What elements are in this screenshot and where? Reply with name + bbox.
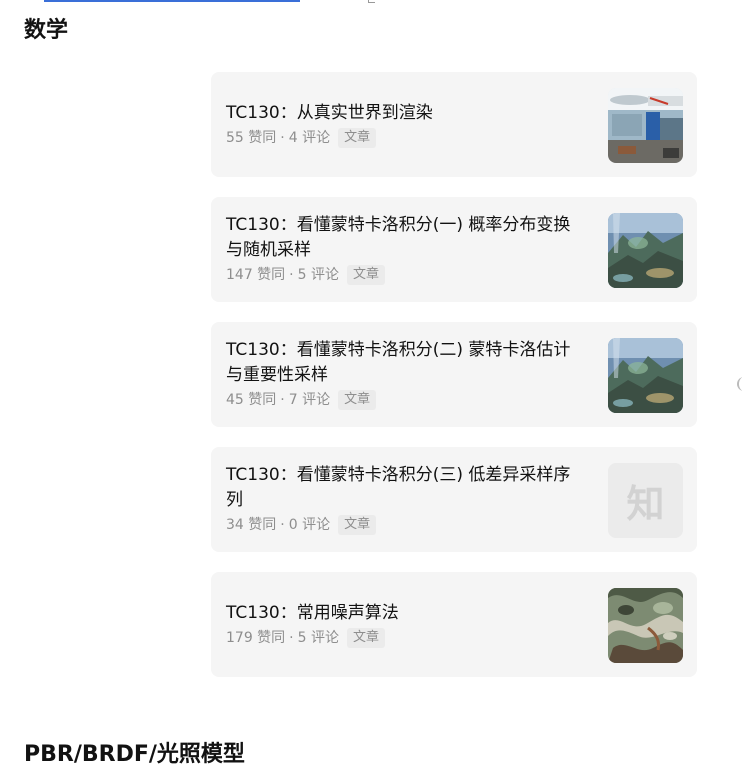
article-title[interactable]: TC130：看懂蒙特卡洛积分(一) 概率分布变换与随机采样 bbox=[226, 213, 586, 263]
comment-count[interactable]: 7 评论 bbox=[289, 389, 330, 411]
like-count: 147 赞同 bbox=[226, 267, 286, 283]
like-count: 45 赞同 bbox=[226, 392, 277, 408]
like-count: 179 赞同 bbox=[226, 629, 286, 646]
meta-separator: · bbox=[280, 129, 285, 146]
article-type-badge: 文章 bbox=[338, 390, 377, 410]
article-title[interactable]: TC130：从真实世界到渲染 bbox=[226, 101, 586, 126]
article-text: TC130：看懂蒙特卡洛积分(二) 蒙特卡洛估计与重要性采样 45 赞同 · 7… bbox=[226, 322, 586, 427]
article-meta: 45 赞同 · 7 评论 文章 bbox=[226, 389, 586, 411]
article-title[interactable]: TC130：常用噪声算法 bbox=[226, 601, 586, 626]
article-card[interactable]: TC130：看懂蒙特卡洛积分(二) 蒙特卡洛估计与重要性采样 45 赞同 · 7… bbox=[211, 322, 697, 427]
comment-count[interactable]: 5 评论 bbox=[298, 264, 339, 286]
article-card[interactable]: TC130：看懂蒙特卡洛积分(三) 低差异采样序列 34 赞同 · 0 评论 文… bbox=[211, 447, 697, 552]
meta-separator: · bbox=[280, 392, 285, 408]
classroom-photo-thumbnail[interactable] bbox=[608, 88, 683, 163]
zhihu-placeholder-thumbnail[interactable]: 知 bbox=[608, 463, 683, 538]
section-title-math: 数学 bbox=[24, 18, 69, 43]
article-card[interactable]: TC130：从真实世界到渲染 55 赞同 · 4 评论 文章 bbox=[211, 72, 697, 177]
fantasy-landscape-thumbnail[interactable] bbox=[608, 338, 683, 413]
article-meta: 147 赞同 · 5 评论 文章 bbox=[226, 264, 586, 286]
article-type-badge: 文章 bbox=[346, 265, 385, 285]
article-meta: 179 赞同 · 5 评论 文章 bbox=[226, 627, 586, 649]
scroll-edge-handle[interactable] bbox=[737, 377, 742, 391]
comment-count[interactable]: 4 评论 bbox=[289, 127, 330, 149]
meta-separator: · bbox=[280, 517, 285, 533]
article-title[interactable]: TC130：看懂蒙特卡洛积分(二) 蒙特卡洛估计与重要性采样 bbox=[226, 338, 586, 388]
article-type-badge: 文章 bbox=[346, 627, 385, 648]
meta-separator: · bbox=[289, 267, 294, 283]
comment-count[interactable]: 5 评论 bbox=[298, 627, 339, 649]
comment-count[interactable]: 0 评论 bbox=[289, 514, 330, 536]
top-edge-mark bbox=[368, 0, 375, 3]
article-text: TC130：看懂蒙特卡洛积分(一) 概率分布变换与随机采样 147 赞同 · 5… bbox=[226, 197, 586, 302]
like-count: 34 赞同 bbox=[226, 517, 277, 533]
article-type-badge: 文章 bbox=[338, 515, 377, 535]
zhihu-logo-icon: 知 bbox=[626, 482, 665, 526]
section-title-pbr: PBR/BRDF/光照模型 bbox=[24, 742, 245, 767]
article-type-badge: 文章 bbox=[338, 127, 377, 148]
fantasy-landscape-thumbnail[interactable] bbox=[608, 213, 683, 288]
meta-separator: · bbox=[289, 629, 294, 646]
article-card[interactable]: TC130：看懂蒙特卡洛积分(一) 概率分布变换与随机采样 147 赞同 · 5… bbox=[211, 197, 697, 302]
article-meta: 55 赞同 · 4 评论 文章 bbox=[226, 127, 586, 149]
like-count: 55 赞同 bbox=[226, 129, 277, 146]
article-card[interactable]: TC130：常用噪声算法 179 赞同 · 5 评论 文章 bbox=[211, 572, 697, 677]
top-link-underline[interactable] bbox=[44, 0, 300, 2]
article-title[interactable]: TC130：看懂蒙特卡洛积分(三) 低差异采样序列 bbox=[226, 463, 586, 513]
article-text: TC130：看懂蒙特卡洛积分(三) 低差异采样序列 34 赞同 · 0 评论 文… bbox=[226, 447, 586, 552]
article-text: TC130：常用噪声算法 179 赞同 · 5 评论 文章 bbox=[226, 572, 586, 677]
article-meta: 34 赞同 · 0 评论 文章 bbox=[226, 514, 586, 536]
noise-texture-thumbnail[interactable] bbox=[608, 588, 683, 663]
article-text: TC130：从真实世界到渲染 55 赞同 · 4 评论 文章 bbox=[226, 72, 586, 177]
